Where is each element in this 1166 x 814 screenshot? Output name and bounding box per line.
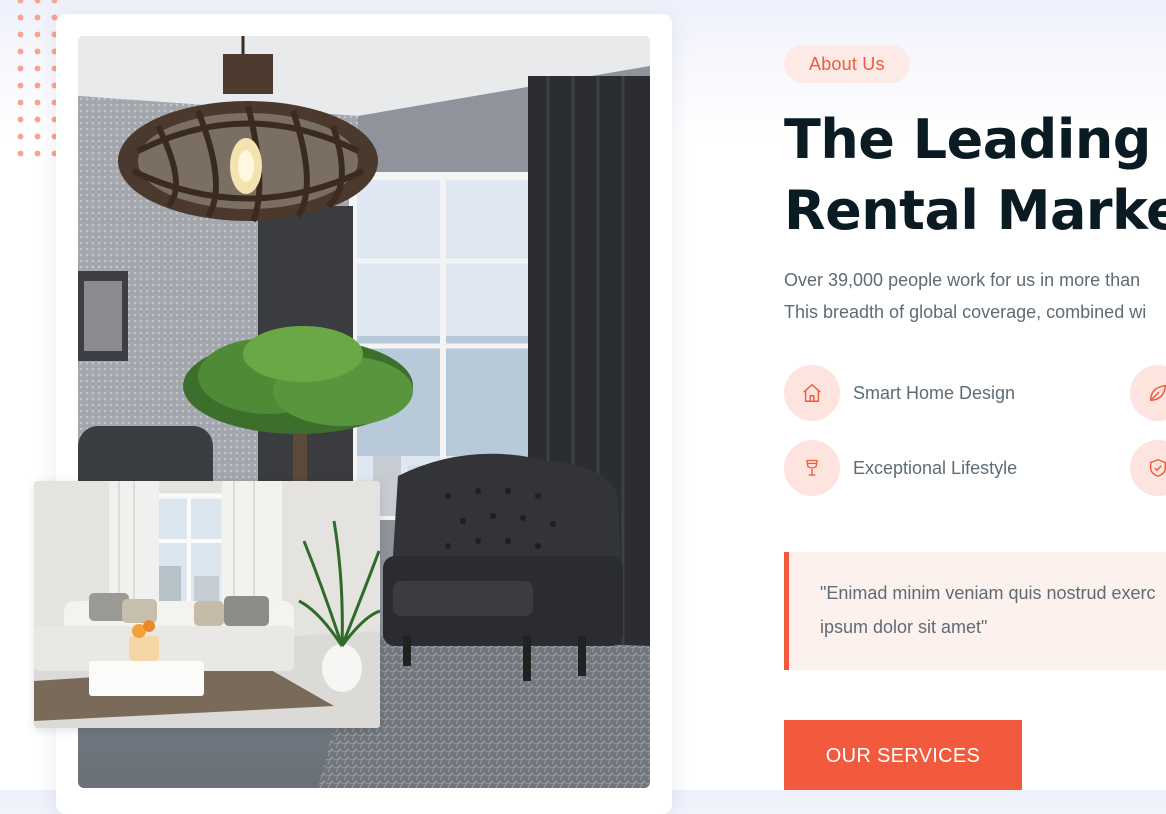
feature-smart-home-design: Smart Home Design (784, 365, 1015, 421)
testimonial-quote: "Enimad minim veniam quis nostrud exerc … (784, 552, 1166, 670)
headline-line-1: The Leading R (784, 108, 1166, 171)
quote-line-1: "Enimad minim veniam quis nostrud exerc (820, 583, 1156, 603)
feature-exceptional-lifestyle: Exceptional Lifestyle (784, 440, 1017, 496)
leaf-icon (1130, 365, 1166, 421)
quote-text: "Enimad minim veniam quis nostrud exerc … (820, 576, 1166, 644)
home-icon (784, 365, 840, 421)
living-room-thumbnail-photo (34, 481, 380, 728)
feature-label: Smart Home Design (853, 382, 1016, 403)
about-us-badge: About Us (784, 45, 910, 83)
shield-check-icon (1130, 440, 1166, 496)
quote-line-2: ipsum dolor sit amet" (820, 617, 988, 637)
our-services-button[interactable]: OUR SERVICES (784, 720, 1022, 790)
description-line-1: Over 39,000 people work for us in more t… (784, 270, 1141, 290)
description-line-2: This breadth of global coverage, combine… (784, 302, 1147, 322)
about-description: Over 39,000 people work for us in more t… (784, 264, 1166, 328)
feature-label: Exceptional Lifestyle (853, 457, 1018, 478)
page-headline: The Leading R Rental Market (784, 104, 1166, 246)
glass-icon (784, 440, 840, 496)
headline-line-2: Rental Market (784, 179, 1166, 242)
